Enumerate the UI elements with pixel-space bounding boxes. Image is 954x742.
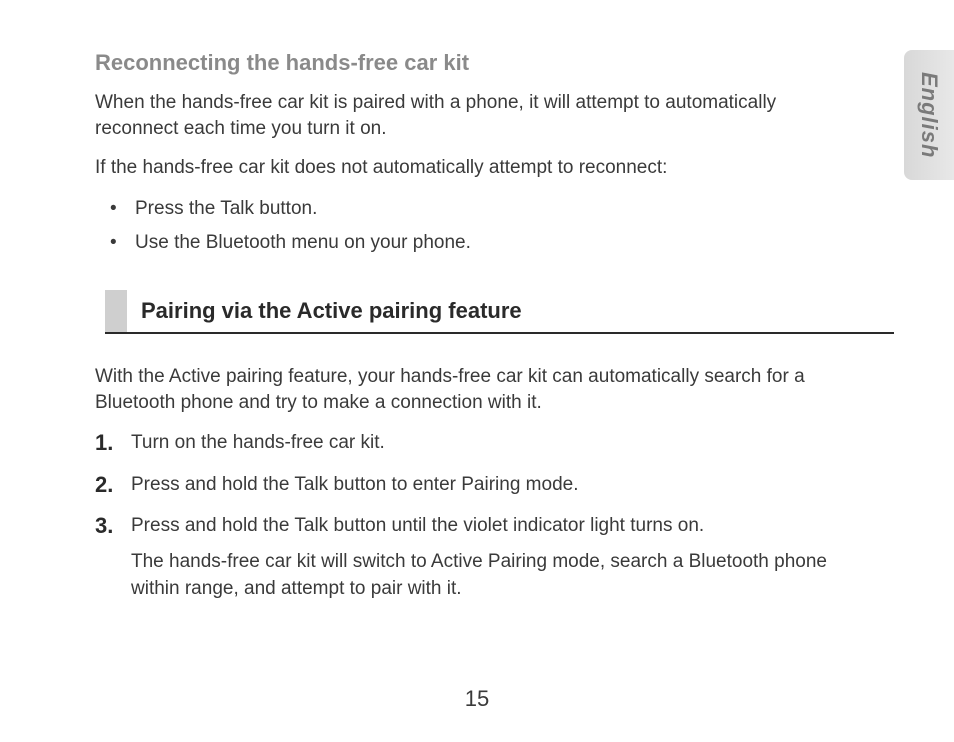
step-text: Turn on the hands-free car kit. <box>131 432 385 453</box>
step-number: 1. <box>95 427 113 459</box>
numbered-list-pairing: 1. Turn on the hands-free car kit. 2. Pr… <box>95 429 894 603</box>
list-item: 1. Turn on the hands-free car kit. <box>95 429 834 457</box>
paragraph-pairing-intro: With the Active pairing feature, your ha… <box>95 364 894 415</box>
list-item: Press the Talk button. <box>95 195 834 224</box>
language-tab-label: English <box>916 72 942 158</box>
section-bar-title: Pairing via the Active pairing feature <box>127 290 522 332</box>
language-tab: English <box>904 50 954 180</box>
step-subtext: The hands-free car kit will switch to Ac… <box>131 548 834 603</box>
list-item: 3. Press and hold the Talk button until … <box>95 512 834 603</box>
step-text: Press and hold the Talk button to enter … <box>131 474 578 495</box>
paragraph-reconnect-2: If the hands-free car kit does not autom… <box>95 155 894 181</box>
bullet-list-reconnect: Press the Talk button. Use the Bluetooth… <box>95 195 894 258</box>
section-heading-reconnect: Reconnecting the hands-free car kit <box>95 50 894 76</box>
section-bar-pairing: Pairing via the Active pairing feature <box>105 290 894 334</box>
list-item: Use the Bluetooth menu on your phone. <box>95 229 834 258</box>
paragraph-reconnect-1: When the hands-free car kit is paired wi… <box>95 90 894 141</box>
step-text: Press and hold the Talk button until the… <box>131 515 704 536</box>
step-number: 2. <box>95 469 113 501</box>
page-number: 15 <box>0 686 954 712</box>
section-bar-marker <box>105 290 127 332</box>
list-item: 2. Press and hold the Talk button to ent… <box>95 471 834 499</box>
step-number: 3. <box>95 510 113 542</box>
